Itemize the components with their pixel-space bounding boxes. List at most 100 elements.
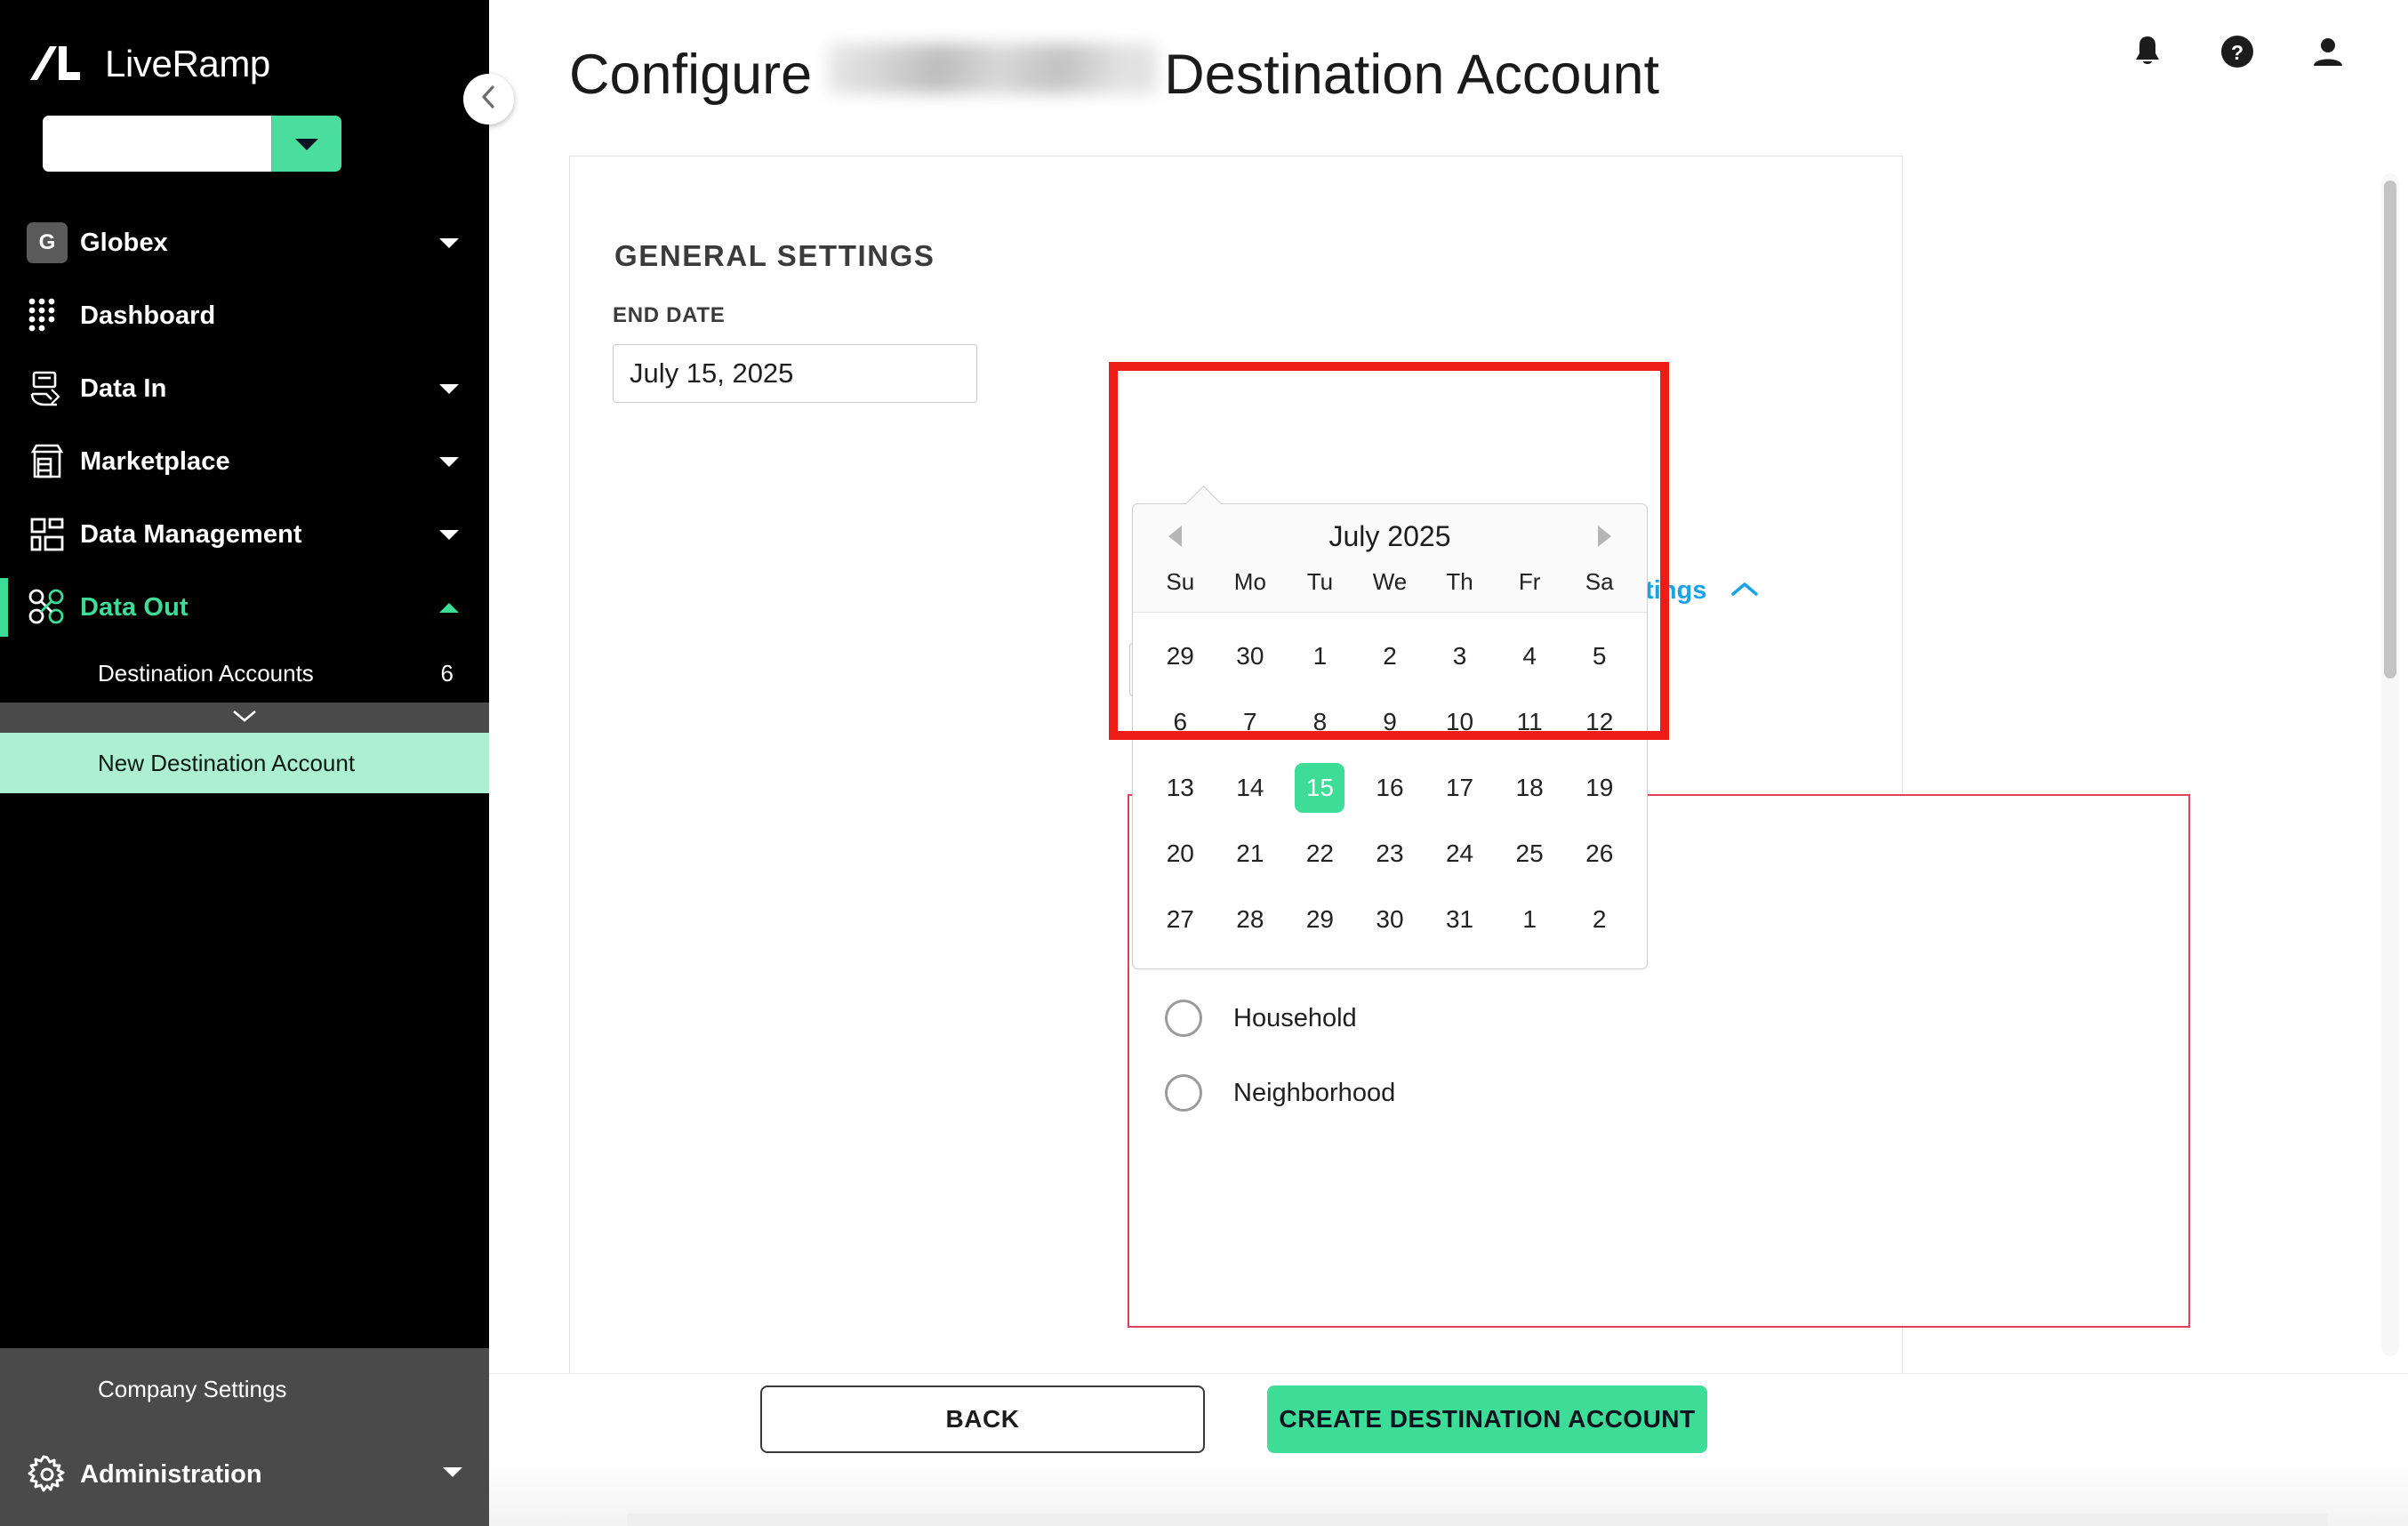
day-cell[interactable]: 2 xyxy=(1564,888,1634,951)
day-cell[interactable]: 20 xyxy=(1145,823,1216,885)
sidebar-item-label: Globex xyxy=(80,228,168,257)
radio-option-label: Household xyxy=(1233,1003,1357,1032)
sidebar: LiveRamp Build Segment G Globex xyxy=(0,0,514,1526)
day-cell[interactable]: 12 xyxy=(1564,691,1634,753)
sidebar-footer: Company Settings Administration xyxy=(0,1348,489,1526)
create-destination-account-button[interactable]: CREATE DESTINATION ACCOUNT xyxy=(1267,1385,1707,1453)
date-picker-weekdays: Su Mo Tu We Th Fr Sa xyxy=(1133,568,1647,612)
day-cell[interactable]: 5 xyxy=(1564,625,1634,687)
sidebar-item-new-destination-account[interactable]: New Destination Account xyxy=(0,733,489,793)
scrollbar-thumb[interactable] xyxy=(2384,181,2396,679)
day-cell[interactable]: 4 xyxy=(1495,625,1565,687)
help-circle-icon[interactable]: ? xyxy=(2219,34,2255,69)
caret-down-icon[interactable] xyxy=(443,1466,462,1482)
back-button[interactable]: BACK xyxy=(760,1385,1205,1453)
day-cell[interactable]: 28 xyxy=(1216,888,1286,951)
sidebar-item-marketplace[interactable]: Marketplace xyxy=(0,425,489,498)
day-cell[interactable]: 23 xyxy=(1355,823,1425,885)
day-cell[interactable]: 3 xyxy=(1425,625,1495,687)
weekday-label: Mo xyxy=(1233,568,1266,595)
sidebar-item-dashboard[interactable]: Dashboard xyxy=(0,279,489,352)
sidebar-subitem-label: Destination Accounts xyxy=(98,659,314,687)
radio-option-neighborhood[interactable]: Neighborhood xyxy=(1129,1056,2188,1130)
date-picker-header: July 2025 xyxy=(1133,504,1647,568)
brand: LiveRamp xyxy=(0,0,489,96)
day-cell[interactable]: 30 xyxy=(1355,888,1425,951)
administration-label: Administration xyxy=(80,1459,262,1489)
caret-down-icon[interactable] xyxy=(436,529,462,541)
sidebar-subnav-collapse[interactable] xyxy=(0,703,489,733)
build-segment-wrap: Build Segment xyxy=(0,96,489,176)
caret-down-icon[interactable] xyxy=(272,116,341,172)
caret-down-icon[interactable] xyxy=(436,383,462,395)
day-cell[interactable]: 18 xyxy=(1495,757,1565,819)
day-cell[interactable]: 29 xyxy=(1145,625,1216,687)
date-picker-grid: 29 30 1 2 3 4 5 6 7 8 9 10 11 12 13 14 1… xyxy=(1145,625,1634,951)
day-cell[interactable]: 14 xyxy=(1216,757,1286,819)
page-title-suffix: Destination Account xyxy=(1164,44,1660,106)
sidebar-item-data-in[interactable]: Data In xyxy=(0,352,489,425)
day-cell[interactable]: 6 xyxy=(1145,691,1216,753)
day-cell[interactable]: 16 xyxy=(1355,757,1425,819)
weekday-label: Th xyxy=(1446,568,1473,595)
top-bar-icons: ? xyxy=(2131,34,2346,69)
day-cell[interactable]: 29 xyxy=(1285,888,1355,951)
weekday-label: Sa xyxy=(1585,568,1614,595)
sidebar-item-company-settings[interactable]: Company Settings xyxy=(0,1348,489,1430)
day-cell[interactable]: 27 xyxy=(1145,888,1216,951)
date-picker-grid-wrap: 29 30 1 2 3 4 5 6 7 8 9 10 11 12 13 14 1… xyxy=(1133,612,1647,968)
dashboard-dots-icon xyxy=(27,296,80,335)
day-cell[interactable]: 17 xyxy=(1425,757,1495,819)
destination-accounts-count: 6 xyxy=(440,659,454,687)
build-segment-button[interactable]: Build Segment xyxy=(43,116,342,172)
radio-indicator xyxy=(1165,1074,1202,1112)
chevron-left-icon xyxy=(478,84,501,115)
day-cell[interactable]: 22 xyxy=(1285,823,1355,885)
day-cell[interactable]: 24 xyxy=(1425,823,1495,885)
day-cell[interactable]: 25 xyxy=(1495,823,1565,885)
sidebar-item-label: Marketplace xyxy=(80,446,230,476)
gear-icon xyxy=(27,1454,80,1495)
redacted-destination-name xyxy=(828,44,1158,93)
sidebar-item-globex[interactable]: G Globex xyxy=(0,206,489,279)
sidebar-subitem-label: New Destination Account xyxy=(98,749,356,776)
triangle-right-icon[interactable] xyxy=(1586,518,1622,554)
day-cell-selected[interactable]: 15 xyxy=(1285,757,1355,819)
radio-indicator xyxy=(1165,1000,1202,1037)
caret-up-icon[interactable] xyxy=(436,602,462,614)
weekday-label: Tu xyxy=(1306,568,1334,595)
sidebar-item-data-out[interactable]: Data Out xyxy=(0,571,489,644)
sidebar-collapse-button[interactable] xyxy=(463,74,514,124)
day-cell[interactable]: 26 xyxy=(1564,823,1634,885)
date-picker-popup: July 2025 Su Mo Tu We Th Fr Sa 29 30 1 2… xyxy=(1132,503,1648,969)
day-cell[interactable]: 30 xyxy=(1216,625,1286,687)
day-cell[interactable]: 9 xyxy=(1355,691,1425,753)
user-avatar-icon[interactable] xyxy=(2310,34,2346,69)
sidebar-item-destination-accounts[interactable]: Destination Accounts 6 xyxy=(0,644,489,703)
day-cell[interactable]: 31 xyxy=(1425,888,1495,951)
vertical-scrollbar[interactable] xyxy=(2381,173,2399,1356)
day-cell[interactable]: 2 xyxy=(1355,625,1425,687)
day-cell[interactable]: 19 xyxy=(1564,757,1634,819)
day-cell[interactable]: 1 xyxy=(1285,625,1355,687)
chevron-down-icon xyxy=(231,708,258,728)
day-cell[interactable]: 1 xyxy=(1495,888,1565,951)
bell-icon[interactable] xyxy=(2131,34,2164,69)
day-cell[interactable]: 8 xyxy=(1285,691,1355,753)
sidebar-item-data-management[interactable]: Data Management xyxy=(0,498,489,571)
day-cell[interactable]: 21 xyxy=(1216,823,1286,885)
weekday-label: Su xyxy=(1166,568,1195,595)
day-cell[interactable]: 7 xyxy=(1216,691,1286,753)
company-settings-label: Company Settings xyxy=(98,1375,287,1402)
page-title-prefix: Configure xyxy=(569,44,813,106)
triangle-left-icon[interactable] xyxy=(1158,518,1193,554)
chevron-up-icon xyxy=(1730,576,1760,606)
caret-down-icon[interactable] xyxy=(436,237,462,249)
radio-option-household[interactable]: Household xyxy=(1129,981,2188,1056)
day-cell[interactable]: 13 xyxy=(1145,757,1216,819)
day-cell[interactable]: 11 xyxy=(1495,691,1565,753)
caret-down-icon[interactable] xyxy=(436,456,462,468)
sidebar-item-administration[interactable]: Administration xyxy=(0,1430,489,1519)
day-cell[interactable]: 10 xyxy=(1425,691,1495,753)
end-date-input[interactable] xyxy=(613,344,977,403)
